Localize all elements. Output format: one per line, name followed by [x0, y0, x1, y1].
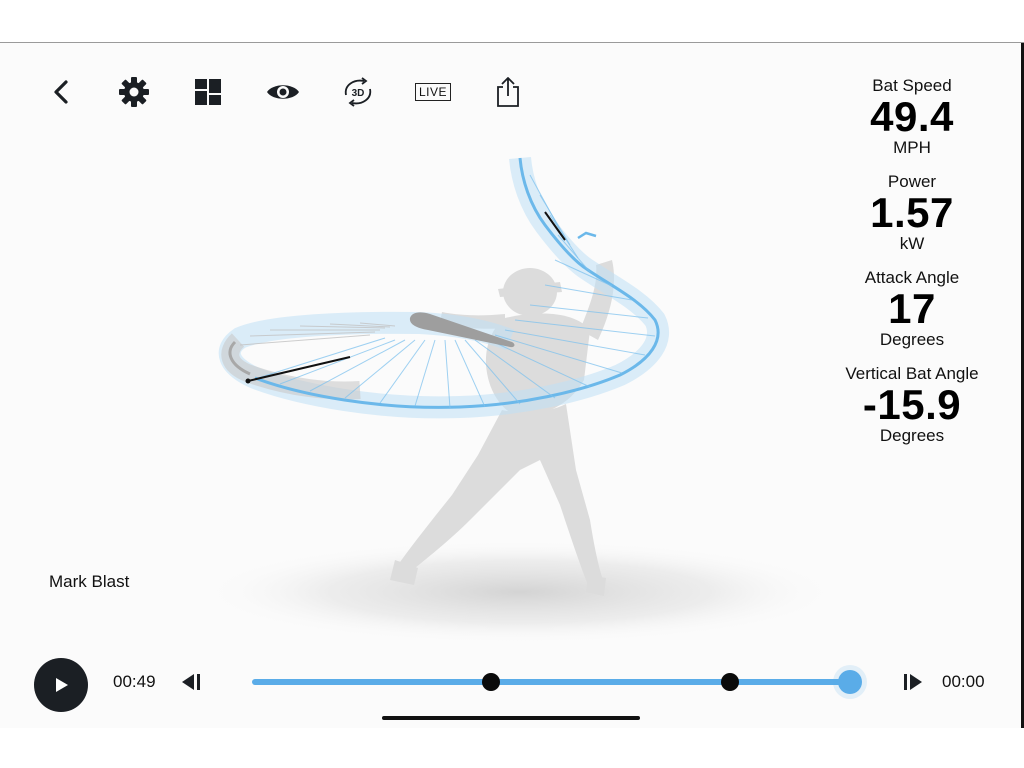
floor-shadow	[200, 540, 840, 644]
step-back-button[interactable]	[176, 668, 206, 696]
layout-button[interactable]	[186, 70, 230, 114]
eye-icon	[267, 85, 299, 99]
player-name: Mark Blast	[49, 572, 130, 591]
step-forward-button[interactable]	[898, 668, 928, 696]
metric-value: -15.9	[862, 381, 962, 428]
metric-unit: Degrees	[879, 426, 945, 445]
metric-unit: kW	[899, 234, 925, 253]
live-button[interactable]: LIVE	[411, 70, 455, 114]
back-icon	[54, 80, 68, 104]
settings-button[interactable]	[112, 70, 156, 114]
rotate-3d-button[interactable]: 3D	[336, 70, 380, 114]
home-indicator	[382, 716, 640, 720]
playback-controls: 00:49 00:00	[0, 650, 1021, 714]
metric-vertical-bat-angle: Vertical Bat Angle -15.9 Degrees	[820, 364, 1004, 446]
remaining-time: 00:00	[942, 672, 985, 691]
timeline-scrubber[interactable]	[252, 670, 862, 694]
metric-power: Power 1.57 kW	[820, 172, 1004, 254]
metric-unit: Degrees	[879, 330, 945, 349]
metric-bat-speed: Bat Speed 49.4 MPH	[820, 76, 1004, 158]
step-forward-icon	[904, 674, 922, 690]
rotate-3d-icon: 3D	[344, 77, 372, 107]
back-button[interactable]	[40, 70, 84, 114]
timeline-marker[interactable]	[721, 673, 740, 691]
metric-value: 1.57	[870, 189, 954, 236]
dashboard-grid-icon	[195, 79, 221, 105]
elapsed-time: 00:49	[113, 672, 156, 691]
timeline-marker[interactable]	[482, 673, 501, 691]
rotate-3d-label: 3D	[352, 88, 365, 99]
play-icon	[56, 678, 68, 692]
gear-icon	[119, 77, 149, 107]
timeline-thumb[interactable]	[838, 670, 862, 694]
metric-unit: MPH	[893, 138, 931, 157]
metrics-panel: Bat Speed 49.4 MPH Power 1.57 kW Attack …	[820, 76, 1004, 460]
share-button[interactable]	[486, 70, 530, 114]
bottom-area	[0, 728, 1024, 768]
step-back-icon	[182, 674, 200, 690]
play-button[interactable]	[34, 658, 88, 712]
view-button[interactable]	[261, 70, 305, 114]
metric-attack-angle: Attack Angle 17 Degrees	[820, 268, 1004, 350]
metric-value: 49.4	[870, 93, 954, 140]
live-icon: LIVE	[414, 83, 451, 101]
metric-value: 17	[888, 285, 936, 332]
share-icon	[497, 77, 519, 107]
